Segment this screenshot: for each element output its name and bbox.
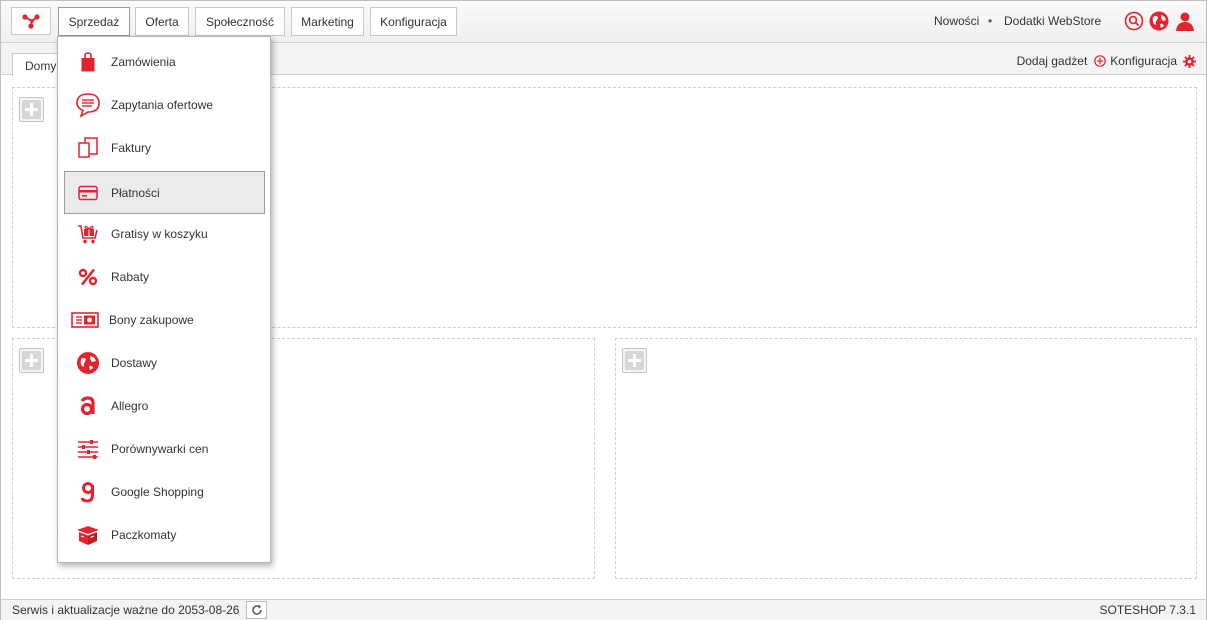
menu-item-platnosci[interactable]: Płatności <box>64 171 265 214</box>
menu-item-allegro[interactable]: Allegro <box>64 384 265 427</box>
nav-oferta[interactable]: Oferta <box>135 7 189 36</box>
add-gadget-label: Dodaj gadżet <box>1016 54 1088 68</box>
webstore-addons-link[interactable]: Dodatki WebStore <box>1004 14 1101 28</box>
service-validity-text: Serwis i aktualizacje ważne do 2053-08-2… <box>12 603 240 617</box>
documents-icon <box>74 134 102 162</box>
tab-actions: Dodaj gadżet Konfiguracja <box>1017 54 1196 68</box>
status-footer: Serwis i aktualizacje ważne do 2053-08-2… <box>1 599 1206 620</box>
plus-icon <box>22 351 41 370</box>
menu-item-label: Dostawy <box>111 355 158 370</box>
menu-item-zapytania-ofertowe[interactable]: Zapytania ofertowe <box>64 83 265 126</box>
dashboard-config-label: Konfiguracja <box>1110 54 1177 68</box>
home-logo-button[interactable] <box>11 7 51 35</box>
menu-item-label: Rabaty <box>111 269 150 284</box>
plus-circle-icon <box>1094 55 1107 67</box>
dashboard-config-button[interactable]: Konfiguracja <box>1110 54 1196 68</box>
menu-item-label: Google Shopping <box>111 484 204 499</box>
nav-konfiguracja[interactable]: Konfiguracja <box>370 7 457 36</box>
menu-item-label: Paczkomaty <box>111 527 177 542</box>
menu-item-label: Allegro <box>111 398 149 413</box>
shopping-bag-icon <box>74 48 102 76</box>
plus-icon <box>625 351 644 370</box>
add-gadget-plus-button[interactable] <box>19 97 44 122</box>
soteshop-logo-icon <box>22 14 40 29</box>
add-gadget-plus-button[interactable] <box>622 348 647 373</box>
refresh-button[interactable] <box>246 601 267 619</box>
nav-separator: • <box>988 14 993 28</box>
menu-item-label: Gratisy w koszyku <box>111 226 208 241</box>
menu-item-dostawy[interactable]: Dostawy <box>64 341 265 384</box>
menu-item-label: Bony zakupowe <box>109 312 194 327</box>
parcel-box-icon <box>74 521 102 549</box>
menu-item-rabaty[interactable]: Rabaty <box>64 255 265 298</box>
menu-item-gratisy-w-koszyku[interactable]: Gratisy w koszyku <box>64 212 265 255</box>
gadget-zone-bottom-right <box>615 338 1197 579</box>
nav-marketing[interactable]: Marketing <box>291 7 364 36</box>
menu-item-label: Płatności <box>111 185 160 200</box>
menu-item-label: Faktury <box>111 140 152 155</box>
delivery-globe-icon <box>74 349 102 377</box>
nav-sprzedaz[interactable]: Sprzedaż <box>58 7 130 36</box>
menu-item-paczkomaty[interactable]: Paczkomaty <box>64 513 265 556</box>
add-gadget-button[interactable]: Dodaj gadżet <box>1017 54 1107 68</box>
menu-item-label: Zapytania ofertowe <box>111 97 214 112</box>
credit-card-icon <box>74 179 102 207</box>
globe-icon[interactable] <box>1149 11 1169 31</box>
allegro-icon <box>74 392 102 420</box>
search-icon[interactable] <box>1124 11 1144 31</box>
menu-item-label: Zamówienia <box>111 54 176 69</box>
percent-icon <box>74 263 102 291</box>
version-label: SOTESHOP 7.3.1 <box>1099 603 1197 617</box>
news-link[interactable]: Nowości <box>934 14 979 28</box>
user-icon[interactable] <box>1175 11 1195 31</box>
refresh-icon <box>251 604 262 615</box>
menu-item-porownywarki-cen[interactable]: Porównywarki cen <box>64 427 265 470</box>
add-gadget-plus-button[interactable] <box>19 348 44 373</box>
nav-spolecznosc[interactable]: Społeczność <box>195 7 285 36</box>
menu-item-bony-zakupowe[interactable]: Bony zakupowe <box>64 298 265 341</box>
voucher-icon <box>68 306 102 334</box>
gift-cart-icon <box>74 220 102 248</box>
google-shopping-icon <box>74 478 102 506</box>
sales-dropdown-menu: Zamówienia Zapytania ofertowe Faktury Pł… <box>57 36 271 563</box>
app-window: Sprzedaż Oferta Społeczność Marketing Ko… <box>0 0 1207 620</box>
menu-item-faktury[interactable]: Faktury <box>64 126 265 169</box>
menu-item-label: Porównywarki cen <box>111 441 209 456</box>
sliders-icon <box>74 435 102 463</box>
plus-icon <box>22 100 41 119</box>
gear-icon <box>1183 54 1196 68</box>
menu-item-google-shopping[interactable]: Google Shopping <box>64 470 265 513</box>
menu-item-zamowienia[interactable]: Zamówienia <box>64 40 265 83</box>
speech-bubble-icon <box>74 91 102 119</box>
